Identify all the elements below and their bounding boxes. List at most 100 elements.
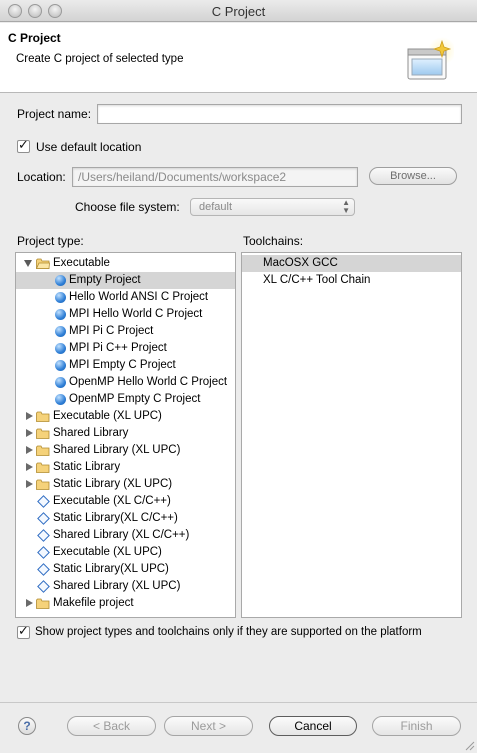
diamond-icon: [37, 512, 50, 525]
project-type-item-label: OpenMP Hello World C Project: [69, 376, 228, 388]
browse-button[interactable]: Browse...: [369, 167, 457, 185]
help-button[interactable]: ?: [18, 717, 36, 735]
new-c-project-dialog: C Project C Project Create C project of …: [0, 0, 477, 753]
project-type-item[interactable]: Shared Library (XL UPC): [16, 578, 235, 595]
project-type-item-label: MPI Empty C Project: [69, 359, 176, 371]
folder-icon: [36, 479, 50, 490]
diamond-icon: [37, 529, 50, 542]
back-button[interactable]: < Back: [67, 716, 156, 736]
project-type-item-label: OpenMP Empty C Project: [69, 393, 201, 405]
bullet-icon: [55, 394, 66, 405]
project-type-item[interactable]: OpenMP Empty C Project: [16, 391, 235, 408]
resize-grip-icon[interactable]: [463, 739, 475, 751]
project-type-item-label: MPI Hello World C Project: [69, 308, 203, 320]
expand-arrow-right-icon[interactable]: [26, 446, 33, 454]
folder-icon: [36, 428, 50, 439]
project-type-tree[interactable]: Executable Empty Project Hello World ANSI …: [15, 252, 236, 618]
folder-icon: [36, 411, 50, 422]
toolchain-item-label: MacOSX GCC: [263, 257, 338, 269]
checkmark-icon: ✓: [18, 623, 29, 638]
project-type-header: Project type:: [17, 234, 84, 248]
toolchain-item[interactable]: MacOSX GCC: [242, 255, 461, 272]
diamond-icon: [37, 495, 50, 508]
bullet-icon: [55, 309, 66, 320]
diamond-icon: [37, 563, 50, 576]
toolchain-item[interactable]: XL C/C++ Tool Chain: [242, 272, 461, 289]
project-type-item-label: Static Library: [53, 461, 121, 473]
project-type-item[interactable]: Executable: [16, 255, 235, 272]
bullet-icon: [55, 275, 66, 286]
project-type-item-label: Static Library(XL C/C++): [53, 512, 178, 524]
expand-arrow-right-icon[interactable]: [26, 429, 33, 437]
project-type-item-label: Executable (XL UPC): [53, 410, 162, 422]
project-type-item[interactable]: MPI Empty C Project: [16, 357, 235, 374]
project-name-input[interactable]: [97, 104, 462, 124]
expand-arrow-down-icon[interactable]: [24, 260, 32, 267]
project-type-item[interactable]: Static Library(XL C/C++): [16, 510, 235, 527]
project-type-item[interactable]: Executable (XL UPC): [16, 544, 235, 561]
select-arrows-icon: ▲ ▼: [342, 198, 350, 215]
project-type-item-label: Executable (XL UPC): [53, 546, 162, 558]
project-name-label: Project name:: [17, 107, 92, 121]
project-type-item[interactable]: MPI Pi C++ Project: [16, 340, 235, 357]
project-type-item-label: Executable (XL C/C++): [53, 495, 171, 507]
file-system-value: default: [199, 201, 233, 213]
project-type-item[interactable]: MPI Hello World C Project: [16, 306, 235, 323]
toolchains-list[interactable]: MacOSX GCC XL C/C++ Tool Chain: [241, 252, 462, 618]
wizard-banner: C Project Create C project of selected t…: [0, 23, 477, 93]
location-input[interactable]: /Users/heiland/Documents/workspace2: [72, 167, 358, 187]
use-default-location-label: Use default location: [36, 140, 142, 154]
bullet-icon: [55, 326, 66, 337]
location-label: Location:: [17, 170, 66, 184]
folder-icon: [36, 462, 50, 473]
project-type-item-label: Shared Library (XL C/C++): [53, 529, 190, 541]
expand-arrow-right-icon[interactable]: [26, 599, 33, 607]
project-type-item[interactable]: Hello World ANSI C Project: [16, 289, 235, 306]
project-type-item-label: Shared Library: [53, 427, 129, 439]
show-supported-only-label: Show project types and toolchains only i…: [35, 626, 422, 638]
project-type-item[interactable]: Shared Library (XL C/C++): [16, 527, 235, 544]
page-subtitle: Create C project of selected type: [16, 53, 184, 65]
project-type-item-label: MPI Pi C++ Project: [69, 342, 167, 354]
project-type-item[interactable]: OpenMP Hello World C Project: [16, 374, 235, 391]
project-type-item[interactable]: Shared Library: [16, 425, 235, 442]
file-system-select[interactable]: default ▲ ▼: [190, 198, 355, 216]
project-type-item-label: Makefile project: [53, 597, 134, 609]
project-type-item[interactable]: Empty Project: [16, 272, 235, 289]
expand-arrow-right-icon[interactable]: [26, 412, 33, 420]
project-type-item-label: Static Library(XL UPC): [53, 563, 169, 575]
show-supported-only-checkbox[interactable]: ✓: [17, 623, 30, 639]
project-type-item[interactable]: Executable (XL C/C++): [16, 493, 235, 510]
project-type-item-label: Shared Library (XL UPC): [53, 444, 181, 456]
folder-icon: [36, 445, 50, 456]
project-type-item[interactable]: Makefile project: [16, 595, 235, 612]
project-type-item[interactable]: Static Library (XL UPC): [16, 476, 235, 493]
project-type-item-label: MPI Pi C Project: [69, 325, 154, 337]
window-title: C Project: [211, 4, 266, 19]
title-bar[interactable]: C Project: [0, 0, 477, 22]
project-type-item[interactable]: MPI Pi C Project: [16, 323, 235, 340]
finish-button[interactable]: Finish: [372, 716, 461, 736]
bullet-icon: [55, 360, 66, 371]
folder-icon: [36, 258, 50, 269]
page-title: C Project: [8, 31, 61, 45]
project-type-item-label: Empty Project: [69, 274, 141, 286]
bullet-icon: [55, 377, 66, 388]
use-default-location-checkbox[interactable]: ✓: [17, 137, 30, 153]
project-type-item[interactable]: Shared Library (XL UPC): [16, 442, 235, 459]
project-type-item[interactable]: Executable (XL UPC): [16, 408, 235, 425]
expand-arrow-right-icon[interactable]: [26, 480, 33, 488]
project-type-item[interactable]: Static Library: [16, 459, 235, 476]
checkmark-icon: ✓: [18, 137, 29, 152]
bullet-icon: [55, 292, 66, 303]
project-type-item[interactable]: Static Library(XL UPC): [16, 561, 235, 578]
cancel-button[interactable]: Cancel: [269, 716, 357, 736]
project-type-item-label: Static Library (XL UPC): [53, 478, 173, 490]
diamond-icon: [37, 546, 50, 559]
toolchain-item-label: XL C/C++ Tool Chain: [263, 274, 371, 286]
expand-arrow-right-icon[interactable]: [26, 463, 33, 471]
project-type-item-label: Hello World ANSI C Project: [69, 291, 209, 303]
next-button[interactable]: Next >: [164, 716, 253, 736]
bullet-icon: [55, 343, 66, 354]
project-type-item-label: Shared Library (XL UPC): [53, 580, 181, 592]
